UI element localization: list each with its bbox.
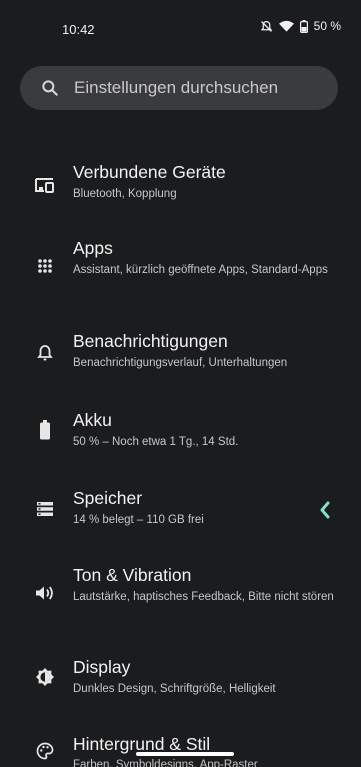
dnd-off-icon <box>260 20 272 32</box>
item-title: Display <box>73 657 131 677</box>
item-subtitle: Benachrichtigungsverlauf, Unterhaltungen <box>73 357 288 369</box>
settings-item-battery[interactable]: Akku 50 % – Noch etwa 1 Tg., 14 Std. <box>0 406 361 456</box>
settings-item-storage[interactable]: Speicher 14 % belegt – 110 GB frei <box>0 484 361 534</box>
item-subtitle: Assistant, kürzlich geöffnete Apps, Stan… <box>73 264 328 276</box>
settings-item-apps[interactable]: Apps Assistant, kürzlich geöffnete Apps,… <box>0 234 361 300</box>
search-bar[interactable]: Einstellungen durchsuchen <box>20 66 338 110</box>
palette-icon <box>34 740 56 762</box>
bell-icon <box>34 342 56 364</box>
item-subtitle: 50 % – Noch etwa 1 Tg., 14 Std. <box>73 436 239 448</box>
search-icon <box>42 80 58 96</box>
back-gesture-chevron-icon[interactable] <box>318 500 332 520</box>
item-subtitle: Bluetooth, Kopplung <box>73 188 177 200</box>
item-title: Akku <box>73 410 112 430</box>
item-title: Speicher <box>73 488 143 508</box>
battery-icon <box>299 19 308 33</box>
item-subtitle: Lautstärke, haptisches Feedback, Bitte n… <box>73 591 334 603</box>
volume-icon <box>34 582 56 604</box>
gesture-nav-handle[interactable] <box>136 752 234 756</box>
status-time: 10:42 <box>62 22 95 37</box>
item-title: Benachrichtigungen <box>73 331 228 351</box>
item-title: Verbundene Geräte <box>73 162 226 182</box>
battery-percent: 50 % <box>313 19 341 33</box>
item-title: Apps <box>73 238 113 258</box>
settings-item-wallpaper[interactable]: Hintergrund & Stil Farben, Symboldesigns… <box>0 734 361 767</box>
storage-icon <box>34 498 56 520</box>
settings-item-notifications[interactable]: Benachrichtigungen Benachrichtigungsverl… <box>0 327 361 377</box>
apps-grid-icon <box>34 255 56 277</box>
wifi-icon <box>278 20 294 32</box>
devices-icon <box>34 174 56 196</box>
settings-item-connected-devices[interactable]: Verbundene Geräte Bluetooth, Kopplung <box>0 158 361 218</box>
item-subtitle: Dunkles Design, Schriftgröße, Helligkeit <box>73 683 276 695</box>
settings-item-sound[interactable]: Ton & Vibration Lautstärke, haptisches F… <box>0 561 361 627</box>
item-subtitle: Farben, Symboldesigns, App-Raster <box>73 759 258 767</box>
status-icons: 50 % <box>260 19 341 33</box>
brightness-icon <box>34 666 56 688</box>
item-subtitle: 14 % belegt – 110 GB frei <box>73 514 204 526</box>
search-placeholder: Einstellungen durchsuchen <box>74 78 279 97</box>
status-bar: 10:42 50 % <box>0 0 361 56</box>
settings-item-display[interactable]: Display Dunkles Design, Schriftgröße, He… <box>0 653 361 703</box>
item-title: Ton & Vibration <box>73 565 192 585</box>
battery-full-icon <box>34 419 56 441</box>
